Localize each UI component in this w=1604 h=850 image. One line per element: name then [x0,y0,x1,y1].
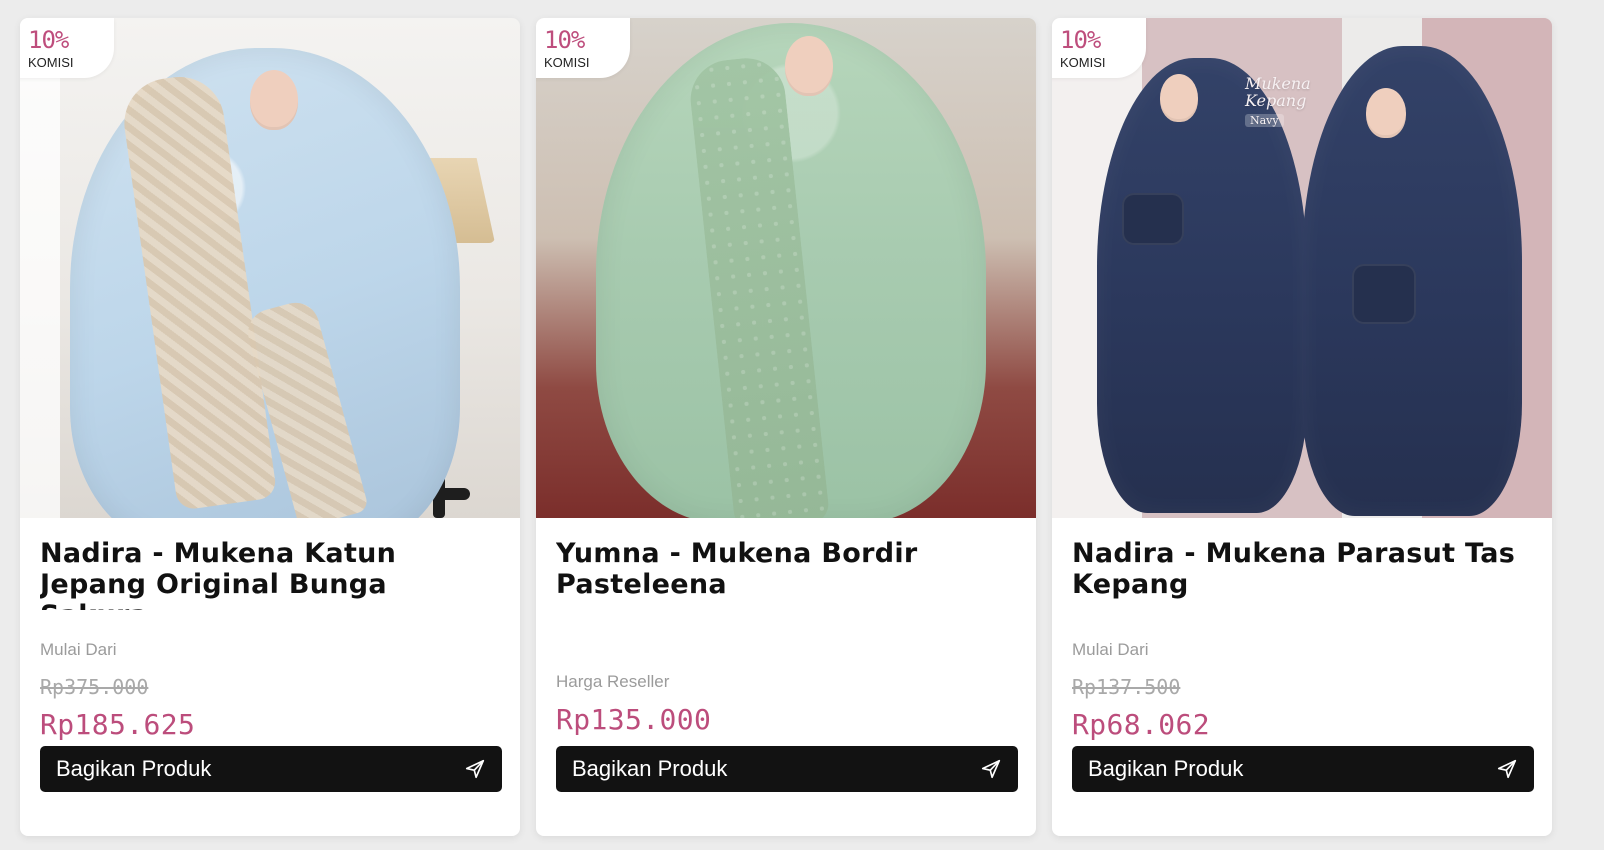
product-card[interactable]: 10% KOMISI Yumna - Mukena Bordir Pastele… [536,18,1036,836]
image-overlay-tag: Navy [1245,113,1284,128]
original-price: Rp137.500 [1072,675,1181,699]
share-product-button[interactable]: Bagikan Produk [40,746,502,792]
product-card[interactable]: 10% KOMISI Nadira - Mukena Katun Jepang … [20,18,520,836]
product-image[interactable]: 10% KOMISI [536,18,1036,518]
image-overlay-text: Mukena Kepang Navy [1245,75,1333,128]
commission-label: KOMISI [1060,55,1106,70]
commission-percent: 10% [28,26,69,54]
commission-badge: 10% KOMISI [536,18,630,78]
send-icon [464,758,486,780]
share-button-label: Bagikan Produk [56,756,212,781]
commission-label: KOMISI [544,55,590,70]
product-grid: 10% KOMISI Nadira - Mukena Katun Jepang … [0,0,1604,850]
product-image[interactable]: 10% KOMISI [20,18,520,518]
price-label: Mulai Dari [1072,640,1149,659]
sale-price: Rp185.625 [40,708,196,741]
price-label: Mulai Dari [40,640,117,659]
bag-accessory [1352,264,1416,324]
share-product-button[interactable]: Bagikan Produk [1072,746,1534,792]
send-icon [980,758,1002,780]
original-price: Rp375.000 [40,675,149,699]
send-icon [1496,758,1518,780]
model-face [785,36,833,96]
share-product-button[interactable]: Bagikan Produk [556,746,1018,792]
commission-badge: 10% KOMISI [20,18,114,78]
commission-percent: 10% [544,26,585,54]
product-title[interactable]: Nadira - Mukena Parasut Tas Kepang [1072,538,1532,610]
model-face [250,70,298,130]
sale-price: Rp68.062 [1072,708,1211,741]
model-face [1160,74,1198,122]
product-content: Nadira - Mukena Parasut Tas Kepang Mulai… [1052,518,1552,836]
product-title[interactable]: Yumna - Mukena Bordir Pasteleena [556,538,1016,610]
commission-badge: 10% KOMISI [1052,18,1146,78]
product-content: Nadira - Mukena Katun Jepang Original Bu… [20,518,520,836]
commission-label: KOMISI [28,55,74,70]
sale-price: Rp135.000 [556,703,712,736]
image-overlay-line-2: Kepang [1245,90,1307,110]
product-image[interactable]: Mukena Kepang Navy 10% KOMISI [1052,18,1552,518]
product-card[interactable]: Mukena Kepang Navy 10% KOMISI Nadira - M… [1052,18,1552,836]
price-label: Harga Reseller [556,672,670,691]
share-button-label: Bagikan Produk [572,756,728,781]
model-face [1366,88,1406,138]
commission-percent: 10% [1060,26,1101,54]
product-title[interactable]: Nadira - Mukena Katun Jepang Original Bu… [40,538,500,610]
share-button-label: Bagikan Produk [1088,756,1244,781]
bag-accessory [1122,193,1184,245]
product-content: Yumna - Mukena Bordir Pasteleena Harga R… [536,518,1036,836]
